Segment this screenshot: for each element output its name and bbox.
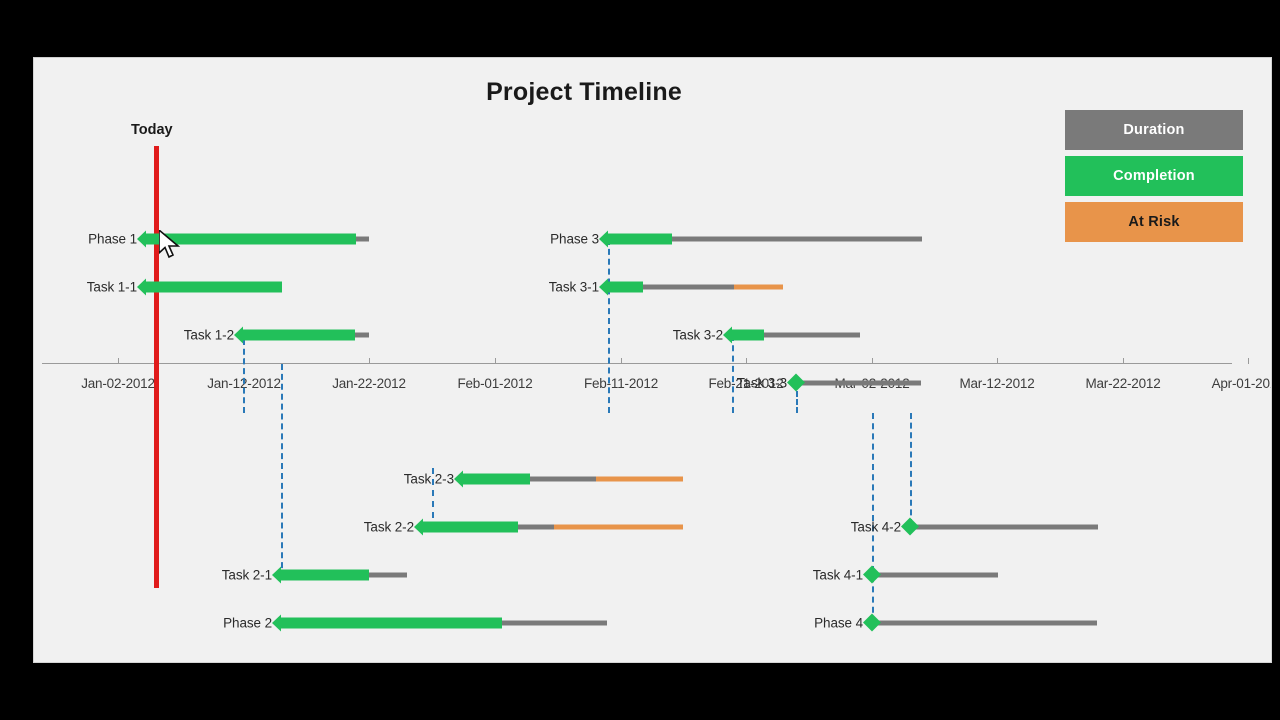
- gantt-chart-panel: Project Timeline Duration Completion At Ri…: [33, 57, 1272, 663]
- task-start-arrow-icon: [599, 229, 621, 250]
- at-risk-segment: [596, 476, 683, 482]
- task-row[interactable]: Task 3-2: [34, 324, 1271, 346]
- duration-segment: [872, 572, 998, 578]
- task-label: Phase 3: [550, 231, 599, 247]
- axis-tick: [369, 358, 370, 364]
- task-label: Task 4-1: [812, 567, 863, 583]
- task-row[interactable]: Phase 3: [34, 228, 1271, 250]
- milestone-diamond-icon: [862, 565, 884, 586]
- milestone-diamond-icon: [786, 373, 808, 394]
- task-start-arrow-icon: [723, 325, 745, 346]
- task-row[interactable]: Task 4-1: [34, 564, 1271, 586]
- milestone-diamond-icon: [900, 517, 922, 538]
- at-risk-segment: [734, 284, 783, 290]
- task-row[interactable]: Task 2-3: [34, 468, 1271, 490]
- task-label: Task 4-2: [850, 519, 901, 535]
- screenshot-stage: Project Timeline Duration Completion At Ri…: [0, 0, 1280, 720]
- x-axis-line: [42, 363, 1232, 364]
- axis-tick: [621, 358, 622, 364]
- duration-segment: [796, 380, 921, 386]
- duration-segment: [910, 524, 1098, 530]
- task-start-arrow-icon: [454, 469, 476, 490]
- mouse-cursor: [159, 230, 181, 259]
- axis-tick: [1123, 358, 1124, 364]
- task-label: Task 3-3: [736, 375, 787, 391]
- axis-tick: [1248, 358, 1249, 364]
- today-label: Today: [131, 122, 173, 138]
- duration-segment: [872, 620, 1097, 626]
- task-row[interactable]: Task 4-2: [34, 516, 1271, 538]
- task-row[interactable]: Task 3-1: [34, 276, 1271, 298]
- axis-tick: [495, 358, 496, 364]
- milestone-diamond-icon: [862, 613, 884, 634]
- task-label: Phase 4: [814, 615, 863, 631]
- task-label: Task 3-1: [548, 279, 599, 295]
- plot-area: Today Jan-02-2012 Jan-12-2012 Jan-22-2012 F…: [34, 58, 1271, 662]
- task-label: Task 3-2: [672, 327, 723, 343]
- axis-tick: [872, 358, 873, 364]
- axis-tick: [997, 358, 998, 364]
- task-row[interactable]: Task 3-3: [34, 372, 1271, 394]
- task-label: Task 2-3: [403, 471, 454, 487]
- task-start-arrow-icon: [599, 277, 621, 298]
- axis-tick: [746, 358, 747, 364]
- task-row[interactable]: Phase 4: [34, 612, 1271, 634]
- axis-tick: [118, 358, 119, 364]
